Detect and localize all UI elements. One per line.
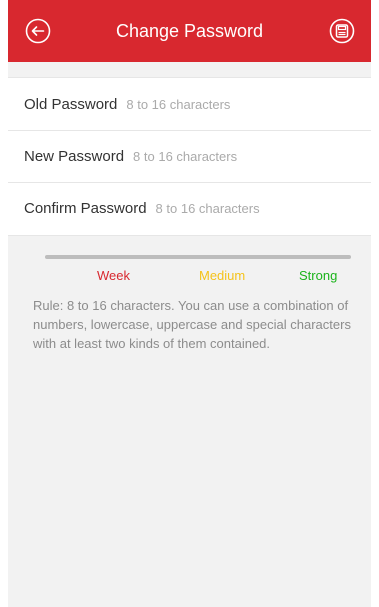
strength-label-medium: Medium [199, 268, 246, 283]
confirm-password-label: Confirm Password [24, 199, 147, 217]
new-password-input[interactable] [133, 148, 304, 164]
page-title: Change Password [115, 21, 264, 41]
strength-label-strong: Strong [299, 268, 338, 283]
password-strength-bar [45, 255, 351, 259]
confirm-password-row[interactable]: Confirm Password [8, 182, 371, 234]
strength-label-week: Week [97, 268, 130, 283]
old-password-row[interactable]: Old Password [8, 78, 371, 130]
new-password-row[interactable]: New Password [8, 130, 371, 182]
password-form: Old Password New Password Confirm Passwo… [8, 77, 371, 236]
new-password-label: New Password [24, 147, 125, 165]
confirm-password-input[interactable] [155, 200, 326, 216]
old-password-input[interactable] [126, 96, 297, 112]
save-button[interactable] [327, 16, 357, 46]
password-rule-text: Rule: 8 to 16 characters. You can use a … [33, 298, 351, 351]
old-password-label: Old Password [24, 95, 118, 113]
app-screen: Change Password Old Password New Passwor… [8, 0, 371, 607]
save-icon [329, 18, 355, 44]
header-bar: Change Password [8, 0, 371, 62]
